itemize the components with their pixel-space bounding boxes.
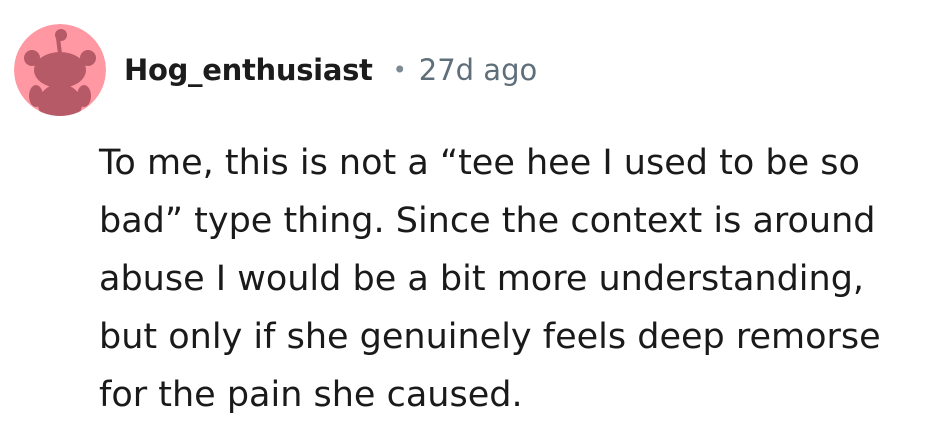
snoo-avatar-icon[interactable] bbox=[14, 24, 106, 116]
comment-body-line: for the pain she caused. bbox=[99, 375, 523, 415]
avatar-graphic bbox=[14, 24, 106, 116]
comment-body-line: bad” type thing. Since the context is ar… bbox=[99, 201, 876, 241]
comment: Hog_enthusiast • 27d ago To me, this is … bbox=[0, 0, 943, 438]
comment-body-line: abuse I would be a bit more understandin… bbox=[99, 259, 865, 299]
author-username[interactable]: Hog_enthusiast bbox=[124, 53, 373, 87]
comment-body-line: but only if she genuinely feels deep rem… bbox=[99, 317, 881, 357]
comment-body: To me, this is not a “tee hee I used to … bbox=[99, 134, 929, 424]
separator-dot: • bbox=[392, 56, 407, 84]
comment-body-line: To me, this is not a “tee hee I used to … bbox=[99, 143, 860, 183]
comment-header: Hog_enthusiast • 27d ago bbox=[14, 24, 537, 116]
comment-age[interactable]: 27d ago bbox=[419, 53, 537, 87]
